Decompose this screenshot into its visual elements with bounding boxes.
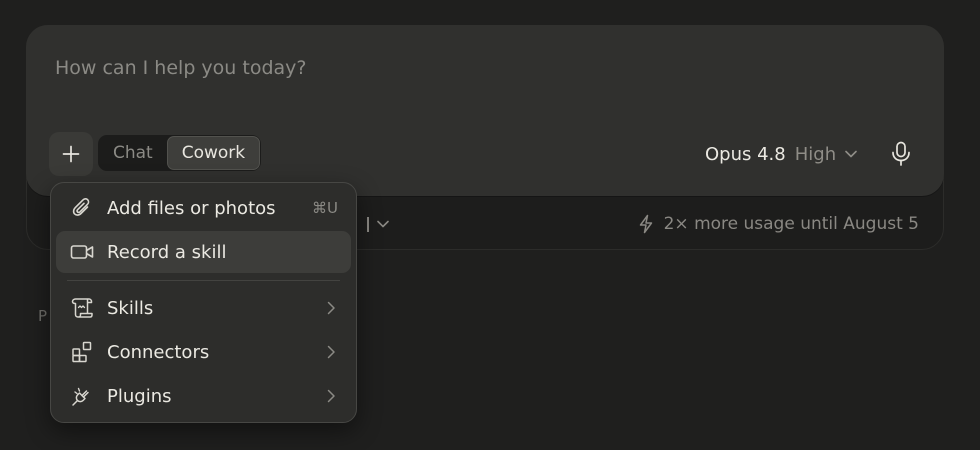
add-menu: Add files or photos ⌘U Record a skill Sk… [50, 182, 357, 423]
chevron-down-icon [845, 150, 857, 158]
mode-tab-chat[interactable]: Chat [99, 136, 167, 170]
menu-item-skills[interactable]: Skills [56, 287, 351, 329]
chevron-down-icon [377, 220, 389, 228]
chevron-right-icon [327, 301, 335, 315]
keyboard-shortcut: ⌘U [312, 199, 338, 217]
model-name: Opus 4.8 [705, 143, 786, 165]
footer-dropdown-text-fragment [367, 216, 369, 232]
paperclip-icon [70, 196, 94, 220]
menu-item-label: Connectors [107, 341, 210, 363]
menu-item-add-files[interactable]: Add files or photos ⌘U [56, 187, 351, 229]
prompt-input[interactable]: How can I help you today? [55, 57, 306, 79]
model-picker[interactable]: Opus 4.8 High [705, 140, 857, 168]
menu-item-connectors[interactable]: Connectors [56, 331, 351, 373]
menu-item-record-skill[interactable]: Record a skill [56, 231, 351, 273]
mode-tab-cowork[interactable]: Cowork [166, 136, 261, 170]
chevron-right-icon [327, 389, 335, 403]
connectors-grid-icon [70, 340, 94, 364]
lightning-icon [639, 214, 652, 234]
plug-icon [70, 384, 94, 408]
menu-item-label: Plugins [107, 385, 172, 407]
menu-item-plugins[interactable]: Plugins [56, 375, 351, 417]
usage-promo-text: 2× more usage until August 5 [663, 214, 919, 234]
microphone-icon [892, 141, 910, 166]
menu-item-label: Record a skill [107, 241, 227, 263]
menu-item-label: Add files or photos [107, 197, 276, 219]
microphone-button[interactable] [884, 137, 918, 171]
add-button[interactable] [49, 132, 93, 176]
scroll-icon [70, 296, 94, 320]
effort-level: High [794, 143, 837, 165]
menu-divider [67, 280, 340, 281]
composer-card: How can I help you today? Chat Cowork Op… [26, 25, 944, 196]
footer-dropdown-partial[interactable] [367, 212, 389, 236]
menu-item-label: Skills [107, 297, 154, 319]
chevron-right-icon [327, 345, 335, 359]
background-content-fragment: P [38, 307, 48, 325]
usage-promo-note: 2× more usage until August 5 [638, 212, 919, 236]
plus-icon [62, 145, 80, 163]
video-camera-icon [70, 240, 94, 264]
mode-toggle: Chat Cowork [98, 135, 262, 171]
